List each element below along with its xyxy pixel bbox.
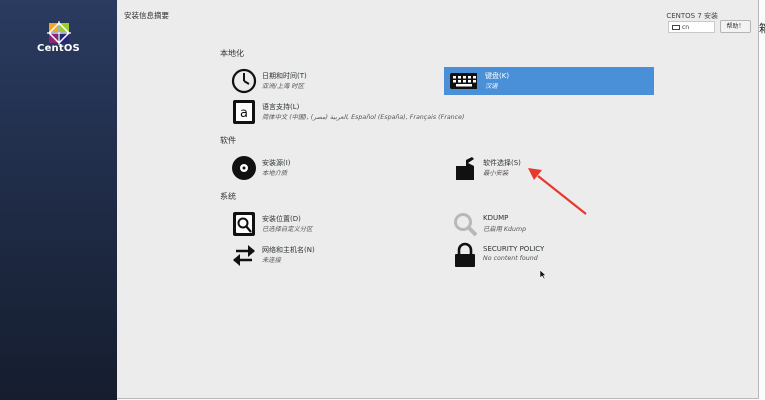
spoke-status: 简体中文 (中国), العربية (مصر), Español (Españ… xyxy=(262,114,465,121)
spoke-software-selection[interactable]: 软件选择(S) 最小安装 xyxy=(448,154,648,182)
spoke-network[interactable]: 网络和主机名(N) 未连接 xyxy=(227,241,427,269)
mouse-cursor-icon xyxy=(540,270,547,280)
summary-panel: 安装信息摘要 CENTOS 7 安装 cn 帮助！ 本地化 日期和时间(T) 亚… xyxy=(117,0,759,399)
spoke-title: KDUMP xyxy=(483,214,509,222)
harddisk-icon xyxy=(233,212,255,236)
section-title-system: 系统 xyxy=(220,192,236,201)
section-title-software: 软件 xyxy=(220,136,236,145)
page-title: 安装信息摘要 xyxy=(124,11,169,20)
package-icon xyxy=(456,157,474,180)
spoke-title: 网络和主机名(N) xyxy=(262,246,315,254)
spoke-status: No content found xyxy=(483,255,538,262)
spoke-security-policy[interactable]: SECURITY POLICY No content found xyxy=(448,241,648,269)
spoke-title: SECURITY POLICY xyxy=(483,245,545,253)
disc-icon xyxy=(232,156,256,180)
clock-icon xyxy=(231,68,257,94)
spoke-title: 安装源(I) xyxy=(262,159,291,167)
logo-text: CentOS xyxy=(37,43,80,54)
spoke-language[interactable]: a 语言支持(L) 简体中文 (中国), العربية (مصر), Espa… xyxy=(227,98,557,126)
sidebar: CentOS xyxy=(0,0,117,400)
section-title-localization: 本地化 xyxy=(220,49,244,58)
spoke-title: 语言支持(L) xyxy=(262,103,300,111)
spoke-title: 软件选择(S) xyxy=(483,159,521,167)
spoke-status: 最小安装 xyxy=(483,170,509,177)
install-title: CENTOS 7 安装 xyxy=(666,12,718,20)
magnifier-icon xyxy=(454,213,478,237)
keyboard-layout-indicator[interactable]: cn xyxy=(668,21,715,33)
keyboard-icon xyxy=(672,25,680,30)
keyboard-icon xyxy=(450,73,477,89)
spoke-kdump[interactable]: KDUMP 已启用 Kdump xyxy=(448,210,648,238)
spoke-title: 安装位置(D) xyxy=(262,215,301,223)
spoke-status: 已启用 Kdump xyxy=(483,226,527,233)
spoke-status: 未连接 xyxy=(262,257,281,264)
keyboard-layout-label: cn xyxy=(682,24,690,31)
spoke-title: 日期和时间(T) xyxy=(262,72,307,80)
annotation-arrow xyxy=(528,168,587,215)
language-icon: a xyxy=(233,100,255,124)
lock-icon xyxy=(455,242,475,267)
spoke-title: 键盘(K) xyxy=(485,72,510,80)
network-arrows-icon xyxy=(233,245,255,266)
help-button[interactable]: 帮助！ xyxy=(720,20,751,33)
spoke-install-destination[interactable]: 安装位置(D) 已选择自定义分区 xyxy=(227,210,427,238)
spoke-keyboard[interactable]: 键盘(K) 汉语 xyxy=(444,67,654,95)
edge-text: 箱 xyxy=(759,22,765,35)
spoke-status: 已选择自定义分区 xyxy=(262,226,313,233)
spoke-status: 本地介质 xyxy=(262,170,288,177)
spoke-status: 汉语 xyxy=(485,83,498,90)
svg-text:a: a xyxy=(240,106,248,121)
spoke-datetime[interactable]: 日期和时间(T) 亚洲/上海 时区 xyxy=(227,67,427,95)
spoke-status: 亚洲/上海 时区 xyxy=(262,83,304,90)
spoke-install-source[interactable]: 安装源(I) 本地介质 xyxy=(227,154,427,182)
